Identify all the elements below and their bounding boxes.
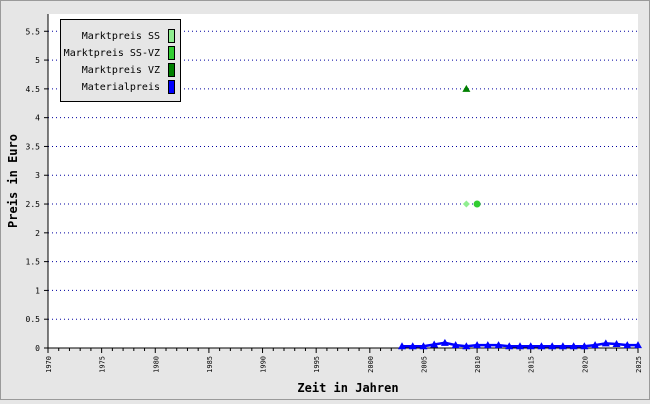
y-tick-label: 1.5: [26, 258, 41, 267]
x-tick-label: 1975: [99, 356, 107, 373]
chart-root: 0 0.5 1 1.5 2 2.5 3 3.5 4 4.5 5 5.5 1970 1975 1980 1985…: [0, 0, 650, 400]
x-tick-label: 2025: [635, 356, 643, 373]
y-tick-label: 5: [35, 56, 40, 65]
legend: Marktpreis SS Marktpreis SS-VZ Marktpreis …: [60, 19, 181, 102]
x-tick-label: 1970: [45, 356, 53, 373]
legend-label: Marktpreis VZ: [82, 65, 160, 76]
x-tick-label: 2000: [367, 356, 375, 373]
y-tick-label: 0.5: [26, 315, 41, 324]
y-tick-label: 0: [35, 344, 40, 353]
data-point: [473, 200, 481, 208]
legend-swatch: [168, 29, 175, 43]
x-tick-label: 2005: [420, 356, 428, 373]
y-tick-label: 1: [35, 286, 40, 295]
legend-swatch: [168, 63, 175, 77]
y-tick-label: 2: [35, 229, 40, 238]
legend-swatch: [168, 46, 175, 60]
price-chart: 0 0.5 1 1.5 2 2.5 3 3.5 4 4.5 5 5.5 1970 1975 1980 1985…: [0, 0, 650, 400]
x-tick-label: 1985: [206, 356, 214, 373]
series-marktpreis-ss-vz: [473, 200, 481, 208]
y-tick-label: 5.5: [26, 27, 41, 36]
x-tick-label: 1980: [152, 356, 160, 373]
x-tick-label: 2015: [528, 356, 536, 373]
legend-swatch: [168, 80, 175, 94]
legend-label: Materialpreis: [82, 82, 160, 93]
x-tick-label: 1995: [313, 356, 321, 373]
x-axis-title: Zeit in Jahren: [297, 381, 398, 395]
y-tick-label: 4.5: [26, 85, 41, 94]
x-tick-label: 1990: [260, 356, 268, 373]
legend-label: Marktpreis SS: [82, 31, 160, 42]
x-tick-label: 2010: [474, 356, 482, 373]
legend-label: Marktpreis SS-VZ: [64, 48, 160, 59]
y-tick-label: 2.5: [26, 200, 41, 209]
y-tick-label: 3: [35, 171, 40, 180]
y-tick-label: 3.5: [26, 142, 41, 151]
x-tick-label: 2020: [581, 356, 589, 373]
y-axis-title: Preis in Euro: [6, 134, 20, 228]
y-tick-label: 4: [35, 114, 40, 123]
